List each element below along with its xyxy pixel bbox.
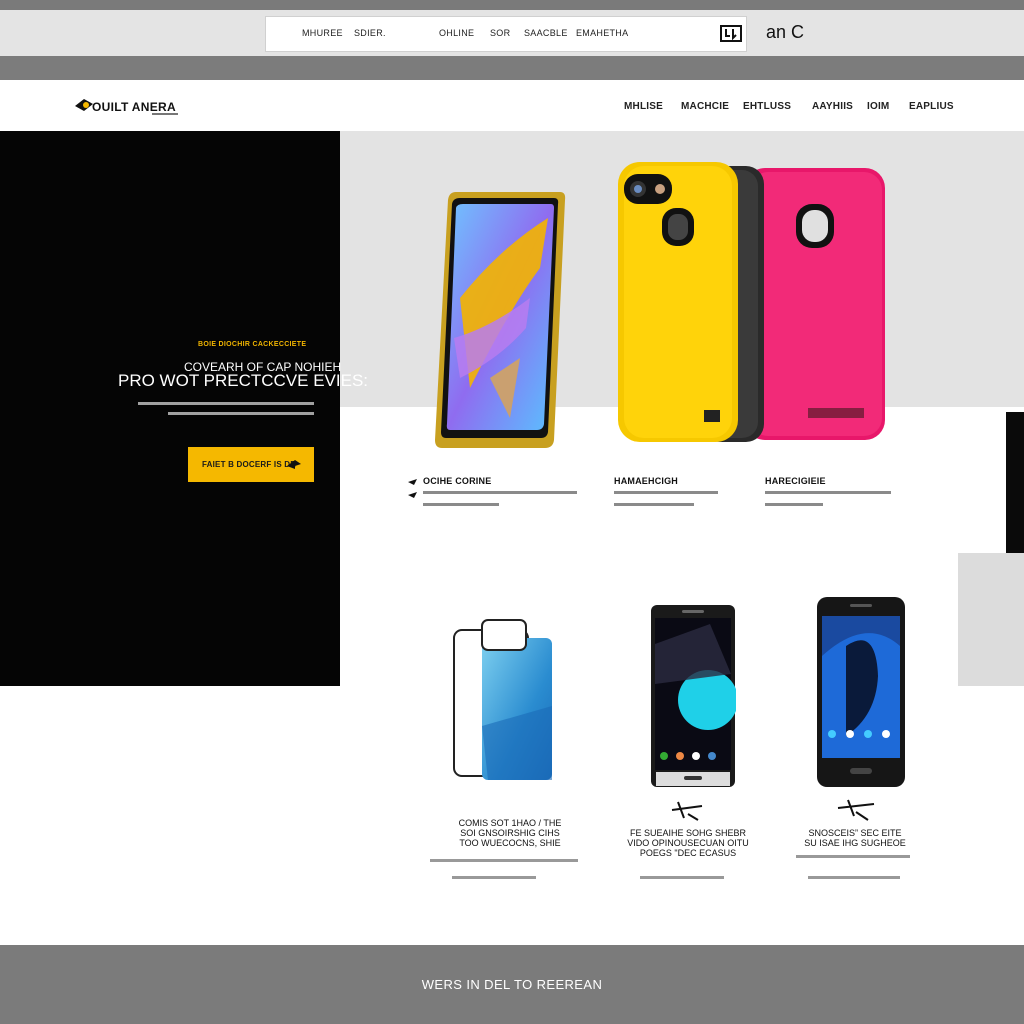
address-bar[interactable]: MHUREE SDIER. OHLINE SOR SAACBLE EMAHETH… <box>265 16 747 52</box>
hero-description <box>168 412 314 415</box>
phone-gold-case-image[interactable] <box>430 188 570 452</box>
product-description <box>640 876 724 879</box>
product-title[interactable]: OCIHE CORINE <box>423 476 491 486</box>
nav-item[interactable]: MHLISE <box>624 101 663 112</box>
footer-text[interactable]: WERS IN DEL TO REEREAN <box>0 977 1024 992</box>
phone-white-image[interactable] <box>650 604 736 788</box>
browser-divider-band <box>0 56 1024 80</box>
browser-tab-label[interactable]: SOR <box>490 28 510 38</box>
phone-colored-cases-image[interactable] <box>610 158 890 448</box>
nav-item[interactable]: MACHCIE <box>681 101 729 112</box>
screen-protector-image[interactable] <box>448 616 564 788</box>
browser-tab-label[interactable]: OHLINE <box>439 28 474 38</box>
product-description <box>423 491 577 494</box>
product-description <box>614 503 694 506</box>
nav-item[interactable]: AAYHIIS <box>812 101 853 112</box>
product-title[interactable]: SNOSCEIS” SEC EITE SU ISAE IHG SUGHEOE <box>790 828 920 848</box>
brand-mark-icon <box>671 801 703 821</box>
product-description <box>808 876 900 879</box>
decor-block <box>958 553 1024 686</box>
decor-block <box>1006 412 1024 553</box>
product-title[interactable]: HAMAEHCIGH <box>614 476 678 486</box>
product-title-line: FE SUEAIHE SOHG SHEBR <box>629 828 747 838</box>
window-top-strip <box>0 0 1024 10</box>
nav-item[interactable]: IOIM <box>867 101 889 112</box>
product-title-line: COMIS SOT 1HAO / THE <box>458 818 562 828</box>
hero-kicker: BOIE DIOCHIR CACKECCIETE <box>198 341 307 348</box>
product-title-line: TOO WUECOCNS, SHIE <box>459 838 561 848</box>
logo-tagline <box>152 113 178 115</box>
hero-description <box>138 402 314 405</box>
logo-icon[interactable] <box>74 98 94 112</box>
product-description <box>452 876 536 879</box>
product-description <box>614 491 718 494</box>
bullet-icon <box>408 479 417 485</box>
logo-text[interactable]: OUILT ANERA <box>92 100 176 114</box>
brand-mark-icon <box>837 799 875 821</box>
browser-tab-label[interactable]: SAACBLE <box>524 28 568 38</box>
product-description <box>423 503 499 506</box>
product-title[interactable]: COMIS SOT 1HAO / THE SOI GNSOIRSHIG CIHS… <box>440 818 580 848</box>
product-title-line: SOI GNSOIRSHIG CIHS <box>460 828 560 838</box>
hero-title-line2: PRO WOT PRECTCCVE EVIES: <box>118 371 369 390</box>
shop-now-button[interactable]: FAIET B DOCERF IS DE <box>188 447 314 482</box>
product-title-line: POEGS "DEC ECASUS <box>639 848 737 858</box>
product-title-line: SU ISAE IHG SUGHEOE <box>804 838 906 848</box>
bullet-icon <box>408 492 417 498</box>
nav-item[interactable]: EAPLIUS <box>909 101 954 112</box>
product-description <box>765 491 891 494</box>
product-title[interactable]: HARECIGIEIE <box>765 476 826 486</box>
cta-label: FAIET B DOCERF IS DE <box>202 460 296 469</box>
product-description <box>796 855 910 858</box>
product-description <box>765 503 823 506</box>
product-title-line: SNOSCEIS” SEC EITE <box>808 828 902 838</box>
arrow-right-icon <box>287 460 301 469</box>
browser-tab-label[interactable]: SDIER. <box>354 28 386 38</box>
product-description <box>430 859 578 862</box>
search-icon[interactable] <box>720 25 742 42</box>
hero-panel <box>0 131 340 686</box>
phone-black-image[interactable] <box>816 596 906 788</box>
nav-item[interactable]: EHTLUSS <box>743 101 791 112</box>
browser-extra-label[interactable]: an C <box>766 22 804 43</box>
browser-tab-label[interactable]: EMAHETHA <box>576 28 628 38</box>
product-title[interactable]: FE SUEAIHE SOHG SHEBR VIDO OPINOUSECUAN … <box>620 828 756 858</box>
product-title-line: VIDO OPINOUSECUAN OITU <box>627 838 749 848</box>
browser-tab-label[interactable]: MHUREE <box>302 28 343 38</box>
